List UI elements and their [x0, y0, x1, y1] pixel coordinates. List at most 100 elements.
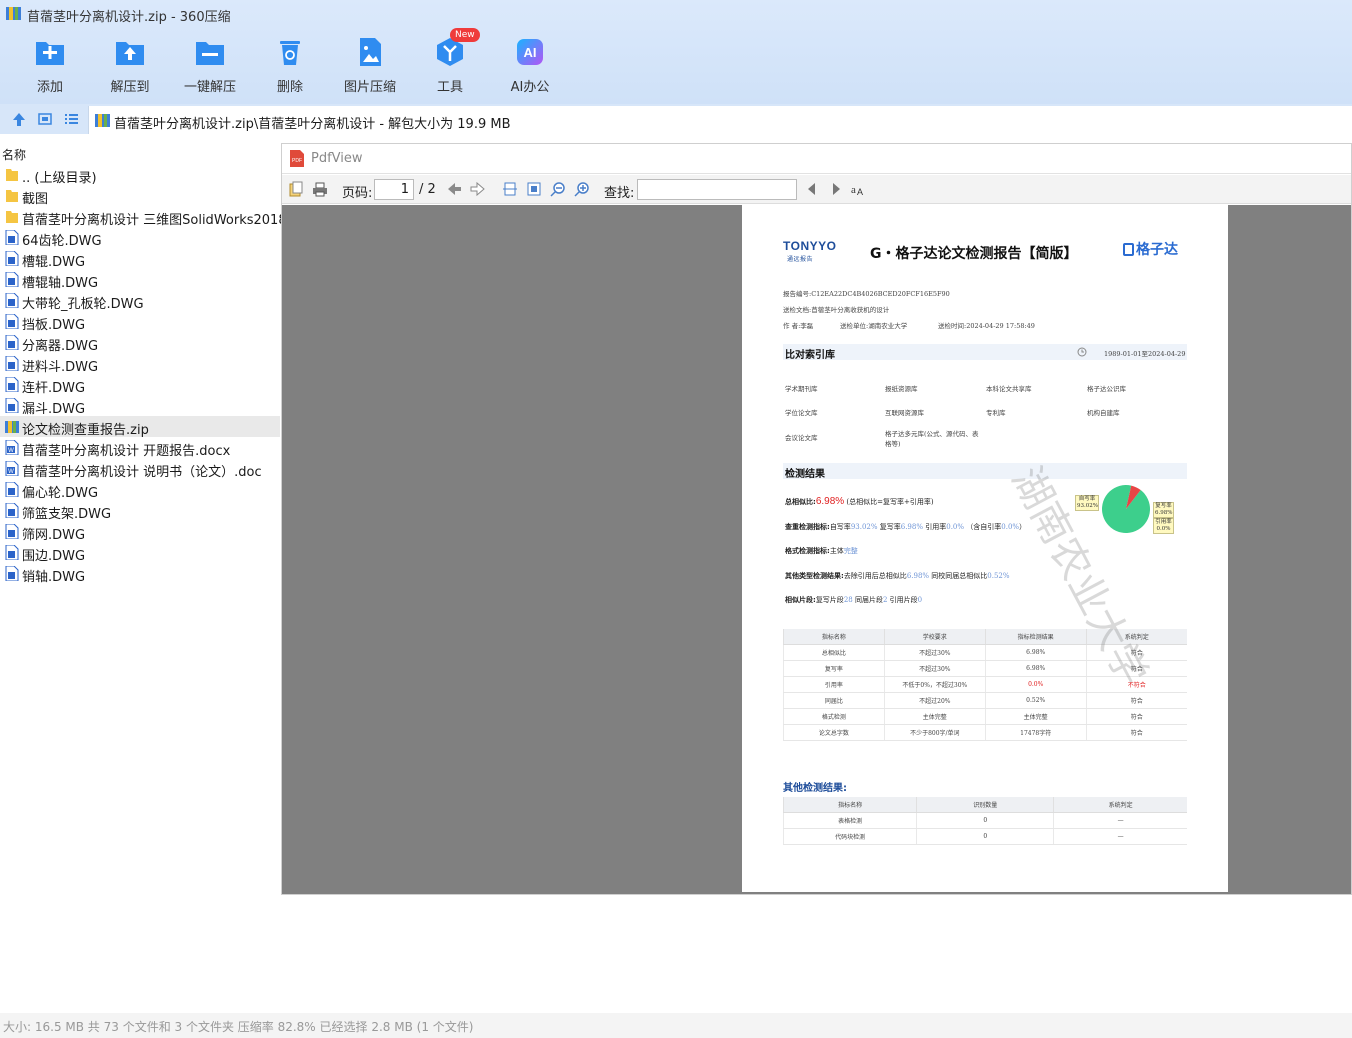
archive-icon	[95, 114, 110, 127]
table-cell: —	[1053, 812, 1187, 829]
previous-page-icon[interactable]	[446, 181, 462, 197]
add-button[interactable]: 添加	[10, 34, 90, 98]
gezida-logo: 格子达	[1123, 239, 1178, 259]
file-row[interactable]: 连杆.DWG	[0, 374, 280, 396]
file-row[interactable]: 偏心轮.DWG	[0, 479, 280, 501]
file-row[interactable]: 大带轮_孔板轮.DWG	[0, 290, 280, 312]
extract-to-button[interactable]: 解压到	[90, 34, 170, 98]
table-cell: 不少于800字/单词	[883, 724, 986, 741]
file-row[interactable]: 截图	[0, 185, 280, 207]
file-row[interactable]: 筛篮支架.DWG	[0, 500, 280, 522]
file-row[interactable]: 分离器.DWG	[0, 332, 280, 354]
other-table: 指标名称 识别数量 系统判定 表格检测 0— 代码块检测 0—	[782, 797, 1187, 845]
total-value: 6.98%	[815, 496, 845, 507]
add-label: 添加	[36, 80, 63, 95]
file-row[interactable]: 苜蓿茎叶分离机设计 三维图SolidWorks2018	[0, 206, 287, 228]
find-next-icon[interactable]	[828, 181, 844, 197]
ai-office-button[interactable]: AI AI办公	[490, 34, 570, 98]
cite-text: 引用率	[923, 523, 947, 531]
zoom-in-icon[interactable]	[574, 181, 590, 197]
extract-to-label: 解压到	[110, 80, 150, 95]
page-number-input[interactable]: 1	[374, 179, 414, 200]
page-label: 页码:	[342, 186, 373, 201]
db-undergrad: 本科论文共享库	[986, 385, 1032, 393]
table-row: 同届比 不超过20% 0.52% 符合	[783, 692, 1187, 709]
dwg-file-icon	[5, 293, 19, 308]
self-cite-text: （含自引率	[964, 523, 1002, 531]
file-name: 苜蓿茎叶分离机设计 说明书（论文）.doc	[22, 465, 262, 480]
file-row[interactable]: 挡板.DWG	[0, 311, 280, 333]
other-table-body: 表格检测 0— 代码块检测 0—	[782, 812, 1187, 845]
open-file-icon[interactable]	[288, 181, 304, 197]
file-row[interactable]: 围边.DWG	[0, 542, 280, 564]
format-label: 格式检测指标:	[785, 547, 830, 555]
self-cite-rate: 0.0%	[1001, 523, 1020, 531]
copy-text: 复写率	[877, 523, 901, 531]
file-name: 截图	[22, 192, 49, 207]
file-name: 围边.DWG	[22, 549, 86, 564]
clock-icon	[1077, 347, 1087, 357]
pdf-view-area[interactable]: TONYYO 通远报告 G・格子达论文检测报告【简版】 格子达 报告编号:C12…	[282, 205, 1351, 894]
list-view-icon[interactable]	[62, 110, 80, 128]
section-compare-title: 比对索引库	[785, 350, 835, 361]
address-bar[interactable]: 苜蓿茎叶分离机设计.zip\苜蓿茎叶分离机设计 - 解包大小为 19.9 MB	[88, 106, 1352, 134]
section-compare-bar: 比对索引库 1989-01-01至2024-04-29	[783, 344, 1187, 361]
zoom-out-icon[interactable]	[550, 181, 566, 197]
db-thesis: 学位论文库	[785, 409, 818, 417]
thumbnail-view-icon[interactable]	[36, 110, 54, 128]
column-header-name[interactable]: 名称	[0, 142, 280, 164]
file-name: 论文检测查重报告.zip	[22, 423, 149, 438]
table-cell: 论文总字数	[783, 724, 885, 741]
page-total: / 2	[419, 182, 436, 197]
table-header-cell: 识别数量	[916, 797, 1054, 813]
archive-icon	[6, 7, 21, 20]
fit-page-icon[interactable]	[526, 181, 542, 197]
up-arrow-icon[interactable]	[10, 110, 28, 128]
find-previous-icon[interactable]	[804, 181, 820, 197]
find-input[interactable]	[637, 179, 797, 200]
tools-button[interactable]: New 工具	[410, 28, 490, 98]
file-row[interactable]: 64齿轮.DWG	[0, 227, 280, 249]
meta-report-number: 报告编号:C12EA22DC4B4026BCED20FCF16E5F90	[783, 290, 950, 298]
file-row[interactable]: 槽辊轴.DWG	[0, 269, 280, 291]
file-row[interactable]: W 苜蓿茎叶分离机设计 开题报告.docx	[0, 437, 280, 459]
text-options-icon[interactable]: a A	[850, 181, 866, 197]
file-row[interactable]: .. (上级目录)	[0, 164, 280, 186]
pdf-file-icon: PDF	[290, 150, 304, 167]
date-range: 1989-01-01至2024-04-29	[1104, 350, 1186, 358]
table-cell: 代码块检测	[782, 828, 917, 845]
print-icon[interactable]	[312, 181, 328, 197]
file-list: 名称 .. (上级目录) 截图 苜蓿茎叶分离机设计 三维图SolidWorks201…	[0, 142, 287, 1012]
main-toolbar: 添加 解压到 一键解压 删除 图片压缩 New 工具 AI AI办公	[10, 28, 570, 98]
fit-width-icon[interactable]	[502, 181, 518, 197]
navigation-row: 苜蓿茎叶分离机设计.zip\苜蓿茎叶分离机设计 - 解包大小为 19.9 MB	[0, 104, 1352, 134]
file-row[interactable]: W 苜蓿茎叶分离机设计 说明书（论文）.doc	[0, 458, 280, 480]
cite-rate: 0.0%	[946, 523, 965, 531]
file-row[interactable]: 进料斗.DWG	[0, 353, 280, 375]
other-value-2: 0.52%	[987, 572, 1010, 580]
find-label: 查找:	[604, 186, 635, 201]
folder-icon	[6, 211, 18, 223]
pdf-title: PdfView	[311, 151, 363, 166]
file-row[interactable]: 论文检测查重报告.zip	[0, 416, 280, 438]
extract-to-icon	[116, 42, 144, 65]
next-page-icon[interactable]	[470, 181, 486, 197]
copy-rate: 6.98%	[900, 523, 923, 531]
file-row[interactable]: 漏斗.DWG	[0, 395, 280, 417]
dwg-file-icon	[5, 398, 19, 413]
segments-label: 相似片段:	[785, 596, 816, 604]
dwg-file-icon	[5, 356, 19, 371]
delete-button[interactable]: 删除	[250, 34, 330, 98]
table-cell: 复写率	[783, 660, 885, 677]
dwg-file-icon	[5, 230, 19, 245]
one-click-extract-button[interactable]: 一键解压	[170, 34, 250, 98]
image-compress-button[interactable]: 图片压缩	[330, 34, 410, 98]
file-row[interactable]: 销轴.DWG	[0, 563, 280, 585]
file-row[interactable]: 筛网.DWG	[0, 521, 280, 543]
dwg-file-icon	[5, 251, 19, 266]
word-file-icon: W	[5, 461, 19, 476]
table-cell: 主体完整	[883, 708, 986, 725]
file-row[interactable]: 槽辊.DWG	[0, 248, 280, 270]
cite-segment-count: 0	[917, 596, 923, 604]
same-year-segment-text: 同届片段	[852, 596, 883, 604]
